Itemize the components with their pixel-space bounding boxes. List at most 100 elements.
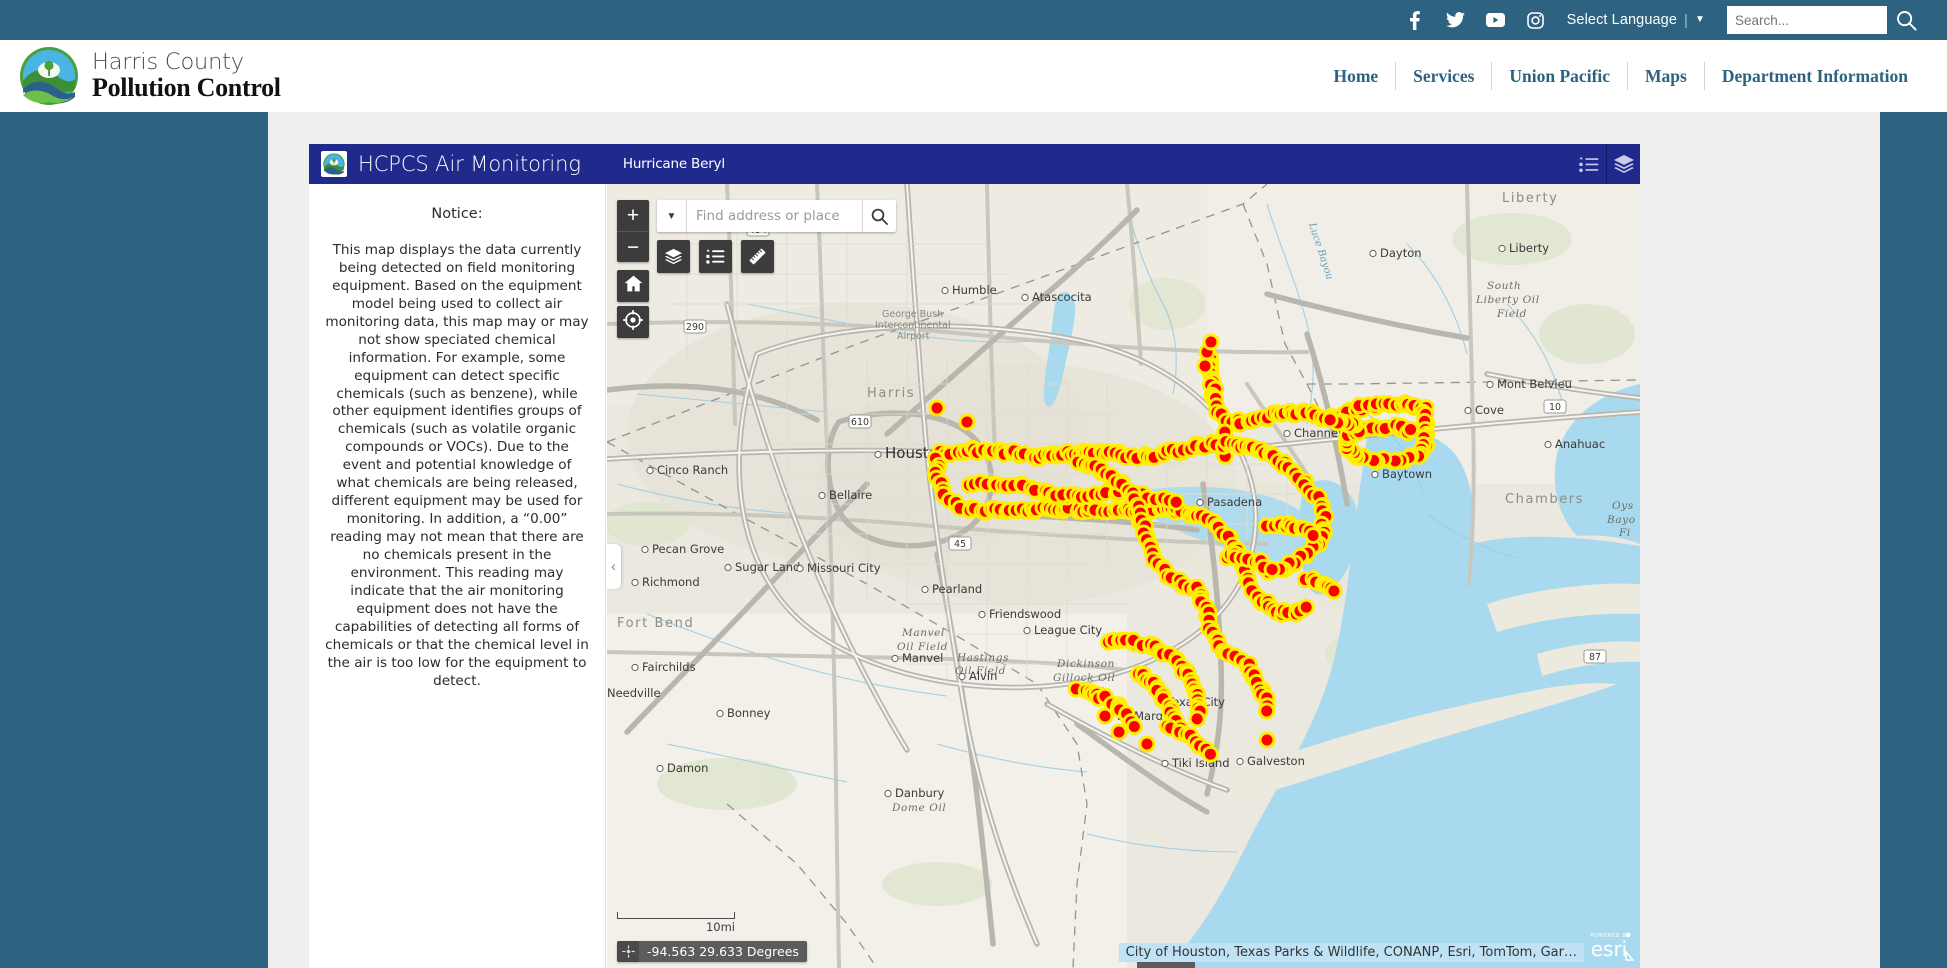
esri-logo-icon: POWERED BY esri xyxy=(1586,930,1634,964)
svg-text:Channelview: Channelview xyxy=(1294,426,1368,440)
nav-item-home[interactable]: Home xyxy=(1316,62,1395,90)
svg-text:Dickinson: Dickinson xyxy=(1056,658,1115,670)
nav-item-union-pacific[interactable]: Union Pacific xyxy=(1491,62,1627,90)
app-subtitle: Hurricane Beryl xyxy=(623,156,725,172)
map-search-icon[interactable] xyxy=(862,200,896,232)
nav-item-maps[interactable]: Maps xyxy=(1627,62,1704,90)
scale-bar-label: 10mi xyxy=(617,920,735,934)
svg-text:Bonney: Bonney xyxy=(727,706,771,720)
svg-text:Humble: Humble xyxy=(952,283,997,297)
language-label: Select Language xyxy=(1567,12,1677,28)
page-body: HCPCS Air Monitoring Hurricane Beryl xyxy=(0,112,1947,968)
svg-text:George Bush: George Bush xyxy=(882,309,943,320)
language-selector[interactable]: Select Language | ▼ xyxy=(1567,12,1705,29)
zoom-out-button[interactable]: − xyxy=(617,231,649,262)
harris-county-seal-icon xyxy=(18,45,80,107)
svg-text:La Marque: La Marque xyxy=(1117,709,1177,723)
coordinates-readout: -94.563 29.633 Degrees xyxy=(639,941,807,962)
svg-text:Galveston: Galveston xyxy=(1247,754,1305,768)
zoom-in-button[interactable]: + xyxy=(617,200,649,231)
coordinates-widget[interactable]: -94.563 29.633 Degrees xyxy=(617,941,807,962)
svg-text:610: 610 xyxy=(851,417,869,428)
nav-item-department-information[interactable]: Department Information xyxy=(1704,62,1925,90)
instagram-icon[interactable] xyxy=(1526,11,1545,30)
twitter-icon[interactable] xyxy=(1446,11,1465,30)
nav-item-services[interactable]: Services xyxy=(1395,62,1491,90)
app-logo-icon xyxy=(321,151,347,177)
svg-text:Dayton: Dayton xyxy=(1380,246,1422,260)
svg-text:Fairchilds: Fairchilds xyxy=(642,660,696,674)
brand-logo-block[interactable]: Harris County Pollution Control xyxy=(18,45,281,107)
svg-text:Field: Field xyxy=(1074,686,1105,698)
map-canvas[interactable]: .city { font-family:"DejaVu Sans",sans-s… xyxy=(607,184,1640,968)
svg-text:Baytown: Baytown xyxy=(1382,467,1432,481)
app-tool-group xyxy=(1572,144,1640,184)
search-icon[interactable] xyxy=(1887,6,1925,34)
svg-text:Texas City: Texas City xyxy=(1166,695,1225,709)
svg-text:Cove: Cove xyxy=(1475,403,1504,417)
measure-ruler-icon[interactable] xyxy=(741,240,774,273)
map-search-input[interactable] xyxy=(687,200,862,232)
panel-collapse-button[interactable]: ‹ xyxy=(606,544,621,589)
svg-text:Manvel: Manvel xyxy=(902,651,943,665)
svg-text:Richmond: Richmond xyxy=(642,575,700,589)
svg-text:45: 45 xyxy=(954,539,966,550)
my-location-button[interactable] xyxy=(617,306,649,338)
site-search-input[interactable] xyxy=(1727,6,1887,34)
language-divider: | xyxy=(1684,12,1688,29)
svg-text:League City: League City xyxy=(1034,623,1102,637)
svg-text:87: 87 xyxy=(1589,652,1601,663)
svg-text:Fort Bend: Fort Bend xyxy=(617,616,694,631)
brand-line-department: Pollution Control xyxy=(92,75,281,102)
chevron-left-icon: ‹ xyxy=(611,558,616,575)
svg-text:Manvel: Manvel xyxy=(901,627,945,639)
layers-icon[interactable] xyxy=(1606,144,1640,184)
svg-text:Intercontinental: Intercontinental xyxy=(875,320,951,331)
app-title: HCPCS Air Monitoring xyxy=(358,152,581,176)
map-tool-row xyxy=(657,240,774,273)
search-source-chevron-icon[interactable]: ▼ xyxy=(657,200,687,232)
svg-text:Gillock Oil: Gillock Oil xyxy=(1053,672,1115,684)
svg-text:Anahuac: Anahuac xyxy=(1555,437,1605,451)
app-title-bar: HCPCS Air Monitoring Hurricane Beryl xyxy=(309,144,1640,184)
site-header: Harris County Pollution Control Home Ser… xyxy=(0,40,1947,112)
legend-list-icon[interactable] xyxy=(699,240,732,273)
notice-body: This map displays the data currently bei… xyxy=(325,242,589,690)
svg-text:Hastings: Hastings xyxy=(956,652,1009,664)
basemap-layers-icon[interactable] xyxy=(657,240,690,273)
svg-text:Houston: Houston xyxy=(885,444,947,462)
utility-bar: Select Language | ▼ xyxy=(0,0,1947,40)
home-icon xyxy=(624,274,643,298)
facebook-icon[interactable] xyxy=(1406,11,1425,30)
svg-text:Tiki Island: Tiki Island xyxy=(1171,756,1230,770)
svg-text:Damon: Damon xyxy=(667,761,708,775)
air-monitoring-app: HCPCS Air Monitoring Hurricane Beryl xyxy=(309,144,1640,968)
coordinate-crosshair-icon xyxy=(617,941,639,962)
svg-text:Pearland: Pearland xyxy=(932,582,982,596)
home-extent-button[interactable] xyxy=(617,270,649,302)
svg-text:Needville: Needville xyxy=(607,686,661,700)
svg-text:Mont Belvieu: Mont Belvieu xyxy=(1497,377,1572,391)
svg-text:Dome Oil: Dome Oil xyxy=(891,802,946,814)
svg-text:Liberty: Liberty xyxy=(1502,191,1558,206)
basemap-tiles: .city { font-family:"DejaVu Sans",sans-s… xyxy=(607,184,1640,968)
main-navigation: Home Services Union Pacific Maps Departm… xyxy=(1316,59,1925,93)
zoom-control[interactable]: + − xyxy=(617,200,649,262)
svg-text:South: South xyxy=(1487,280,1521,292)
svg-text:Airport: Airport xyxy=(897,331,930,342)
legend-icon[interactable] xyxy=(1572,144,1606,184)
svg-text:Fi: Fi xyxy=(1618,527,1631,539)
svg-text:Atascocita: Atascocita xyxy=(1032,290,1092,304)
map-search-widget[interactable]: ▼ xyxy=(657,200,896,232)
notice-panel: Notice: This map displays the data curre… xyxy=(309,184,606,968)
chevron-down-icon[interactable]: ▼ xyxy=(1695,15,1705,25)
svg-text:Missouri City: Missouri City xyxy=(807,561,881,575)
svg-text:290: 290 xyxy=(686,322,704,333)
svg-text:Sugar Land: Sugar Land xyxy=(735,560,800,574)
svg-text:Pasadena: Pasadena xyxy=(1207,495,1262,509)
youtube-icon[interactable] xyxy=(1486,11,1505,30)
crosshair-location-icon xyxy=(623,310,643,335)
svg-text:Alvin: Alvin xyxy=(969,669,997,683)
svg-text:Liberty Oil: Liberty Oil xyxy=(1475,294,1540,306)
svg-text:Pecan Grove: Pecan Grove xyxy=(652,542,724,556)
